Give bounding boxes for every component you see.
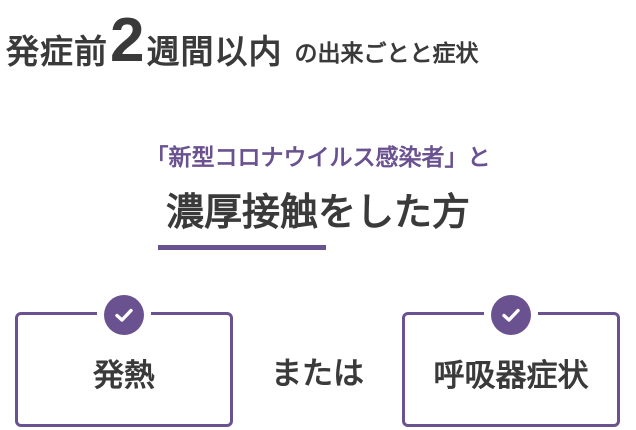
check-circle-icon <box>491 295 531 335</box>
symptom-label-fever: 発熱 <box>93 358 155 394</box>
check-circle-icon <box>104 295 144 335</box>
symptom-card-respiratory: 呼吸器症状 <box>402 293 620 427</box>
title-prefix: 発症前 <box>6 32 108 71</box>
check-badge <box>484 293 538 337</box>
contact-method-highlight: 濃厚接触 <box>157 190 327 250</box>
page-title: 発症前 2 週間以内 の出来ごとと症状 <box>6 4 478 72</box>
symptom-card-fever: 発熱 <box>15 293 233 427</box>
contact-method-rest: をした方 <box>318 190 471 234</box>
title-suffix: 週間以内 <box>146 32 283 71</box>
contact-condition-text: 「新型コロナウイルス感染者」と <box>145 145 491 171</box>
contact-method: 濃厚接触 をした方 <box>0 190 636 250</box>
title-tail: の出来ごとと症状 <box>294 41 479 67</box>
check-badge <box>97 293 151 337</box>
title-number: 2 <box>110 6 145 75</box>
or-connector: または <box>271 356 364 392</box>
symptom-label-respiratory: 呼吸器症状 <box>433 358 589 394</box>
